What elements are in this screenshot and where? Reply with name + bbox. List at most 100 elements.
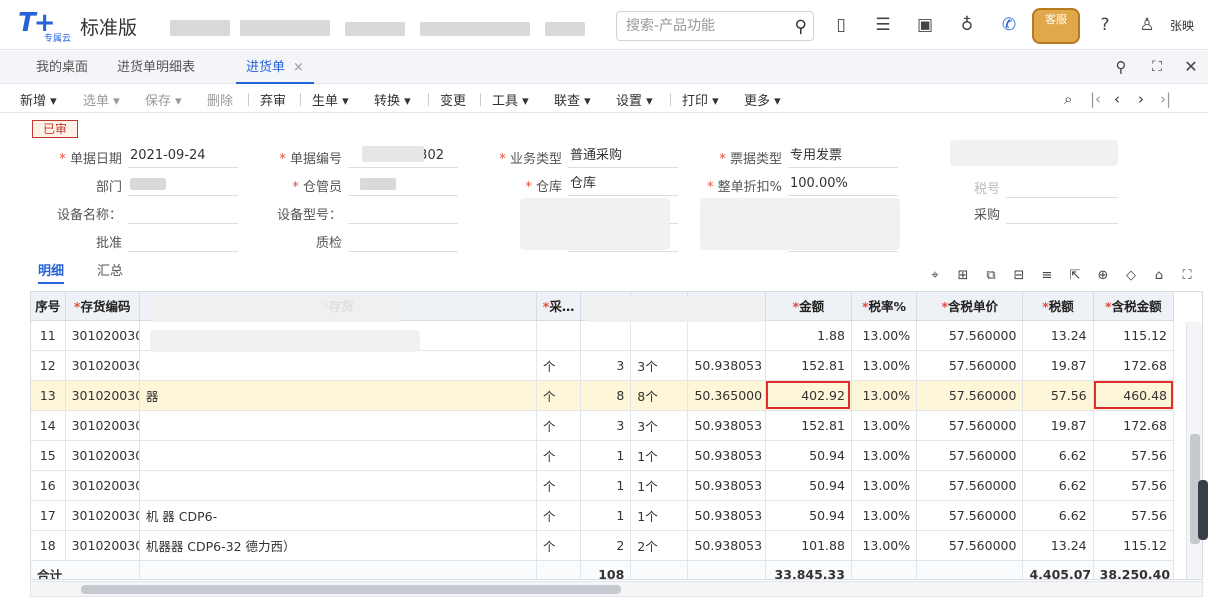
select-button[interactable]: 选单 ▾: [83, 90, 120, 109]
cell-code[interactable]: 301020030: [65, 440, 140, 471]
query-button[interactable]: 联查 ▾: [554, 90, 591, 109]
prev-record-icon[interactable]: ‹: [1114, 90, 1120, 108]
search-input[interactable]: 搜索-产品功能 ⚲: [616, 11, 814, 41]
cell-tax-price[interactable]: 57.560000: [916, 530, 1024, 561]
cell-name[interactable]: 器: [139, 380, 538, 411]
generate-button[interactable]: 生单 ▾: [312, 90, 349, 109]
discount-field[interactable]: 100.00%: [788, 174, 898, 196]
cell-qty2[interactable]: 1个: [630, 500, 689, 531]
cell-tax[interactable]: 6.62: [1022, 500, 1094, 531]
cell-unit[interactable]: 个: [536, 440, 582, 471]
cell-code[interactable]: 3010200301: [65, 530, 140, 561]
task-list-icon[interactable]: ☰: [872, 14, 894, 36]
last-record-icon[interactable]: ›|: [1160, 90, 1171, 108]
cell-amount[interactable]: 50.94: [765, 500, 852, 531]
cell-qty[interactable]: 3: [580, 350, 632, 381]
batch-edit-icon[interactable]: ≡: [1038, 268, 1056, 283]
cell-tax-price[interactable]: 57.560000: [916, 350, 1024, 381]
cell-price[interactable]: 50.938053: [687, 350, 766, 381]
cell-tax[interactable]: 13.24: [1022, 530, 1094, 561]
cell-total[interactable]: 172.68: [1093, 350, 1175, 381]
cell-qty2[interactable]: [630, 320, 689, 351]
qc-field[interactable]: [348, 230, 458, 252]
cell-qty[interactable]: 2: [580, 530, 632, 561]
bell-icon[interactable]: ♁: [956, 14, 978, 36]
device-name-field[interactable]: [128, 202, 238, 224]
cell-qty2[interactable]: 3个: [630, 410, 689, 441]
cell-no[interactable]: 15: [31, 440, 66, 471]
biztype-field[interactable]: 普通采购: [568, 146, 678, 168]
col-amount[interactable]: *金额: [765, 292, 852, 321]
cell-tax-price[interactable]: 57.560000: [916, 470, 1024, 501]
cell-qty[interactable]: 1: [580, 440, 632, 471]
cell-code[interactable]: 301020030: [65, 470, 140, 501]
scrollbar-thumb[interactable]: [81, 585, 621, 594]
locate-icon[interactable]: ⌕: [1064, 90, 1072, 108]
cell-qty2[interactable]: 2个: [630, 530, 689, 561]
copy-row-icon[interactable]: ⧉: [982, 268, 1000, 283]
cell-no[interactable]: 12: [31, 350, 66, 381]
change-button[interactable]: 变更: [440, 90, 466, 109]
cell-amount-highlighted[interactable]: 402.92: [765, 380, 852, 411]
cell-rate[interactable]: 13.00%: [851, 320, 918, 351]
save-button[interactable]: 保存 ▾: [145, 90, 182, 109]
cell-price[interactable]: 50.938053: [687, 470, 766, 501]
table-row[interactable]: 16 301020030 个 1 1个 50.938053 50.94 13.0…: [31, 470, 1175, 501]
cell-name[interactable]: 机器器 CDP6-32 德力西）: [139, 530, 538, 561]
cell-qty[interactable]: 1: [580, 470, 632, 501]
delete-row-icon[interactable]: ⊟: [1010, 268, 1028, 283]
tab-desktop[interactable]: 我的桌面: [36, 51, 88, 84]
cell-total[interactable]: 57.56: [1093, 440, 1175, 471]
cell-code[interactable]: 301020030​1: [65, 320, 140, 351]
cell-amount[interactable]: 50.94: [765, 470, 852, 501]
first-record-icon[interactable]: |‹: [1090, 90, 1101, 108]
cell-amount[interactable]: 50.94: [765, 440, 852, 471]
cell-tax[interactable]: 57.56: [1022, 380, 1094, 411]
cell-tax[interactable]: 19.87: [1022, 410, 1094, 441]
tools-button[interactable]: 工具 ▾: [492, 90, 529, 109]
help-icon[interactable]: ?: [1094, 14, 1116, 36]
col-tax[interactable]: *税额: [1022, 292, 1094, 321]
search-icon[interactable]: ⚲: [795, 13, 807, 41]
phone-icon[interactable]: ✆: [998, 14, 1020, 36]
cell-total[interactable]: 115.12: [1093, 530, 1175, 561]
cell-rate[interactable]: 13.00%: [851, 440, 918, 471]
delete-button[interactable]: 删除: [207, 90, 233, 109]
horizontal-scrollbar[interactable]: [30, 581, 1203, 597]
cell-qty2[interactable]: 3个: [630, 350, 689, 381]
cell-tax-price[interactable]: 57.560000: [916, 500, 1024, 531]
cell-amount[interactable]: 152.81: [765, 410, 852, 441]
close-icon[interactable]: ✕: [1180, 56, 1202, 78]
location-icon[interactable]: ⌖: [926, 268, 944, 283]
cell-no[interactable]: 11: [31, 320, 66, 351]
purchase-field[interactable]: [1006, 202, 1118, 224]
col-no[interactable]: 序号: [31, 292, 66, 321]
vertical-scrollbar[interactable]: [1186, 322, 1202, 579]
user-icon[interactable]: ♙: [1136, 14, 1158, 36]
cell-total[interactable]: 172.68: [1093, 410, 1175, 441]
new-button[interactable]: 新增 ▾: [20, 90, 57, 109]
cell-total-highlighted[interactable]: 460.48: [1093, 380, 1175, 411]
cell-unit[interactable]: [536, 320, 582, 351]
table-row[interactable]: 18 3010200301 机器器 CDP6-32 德力西） 个 2 2个 50…: [31, 530, 1175, 561]
cell-qty2[interactable]: 1个: [630, 470, 689, 501]
tab-purchase-order[interactable]: 进货单 ×: [236, 51, 314, 84]
cell-price[interactable]: 50.938053: [687, 500, 766, 531]
col-tax-rate[interactable]: *税率%: [851, 292, 918, 321]
date-field[interactable]: 2021-09-24: [128, 146, 238, 168]
unapprove-button[interactable]: 弃审: [260, 90, 286, 109]
cell-tax[interactable]: 19.87: [1022, 350, 1094, 381]
cell-qty[interactable]: 8: [580, 380, 632, 411]
cell-price[interactable]: 50.938053: [687, 410, 766, 441]
cell-qty[interactable]: 1: [580, 500, 632, 531]
cell-unit[interactable]: 个: [536, 530, 582, 561]
fullscreen-icon[interactable]: ⛶: [1178, 268, 1196, 283]
cell-name[interactable]: [139, 350, 538, 381]
table-row[interactable]: 15 301020030 个 1 1个 50.938053 50.94 13.0…: [31, 440, 1175, 471]
cell-rate[interactable]: 13.00%: [851, 350, 918, 381]
cell-code[interactable]: 3010200301: [65, 500, 140, 531]
close-icon[interactable]: ×: [293, 60, 304, 75]
col-purchase-unit[interactable]: *采…: [536, 292, 582, 321]
cell-unit[interactable]: 个: [536, 500, 582, 531]
cell-unit[interactable]: 个: [536, 380, 582, 411]
